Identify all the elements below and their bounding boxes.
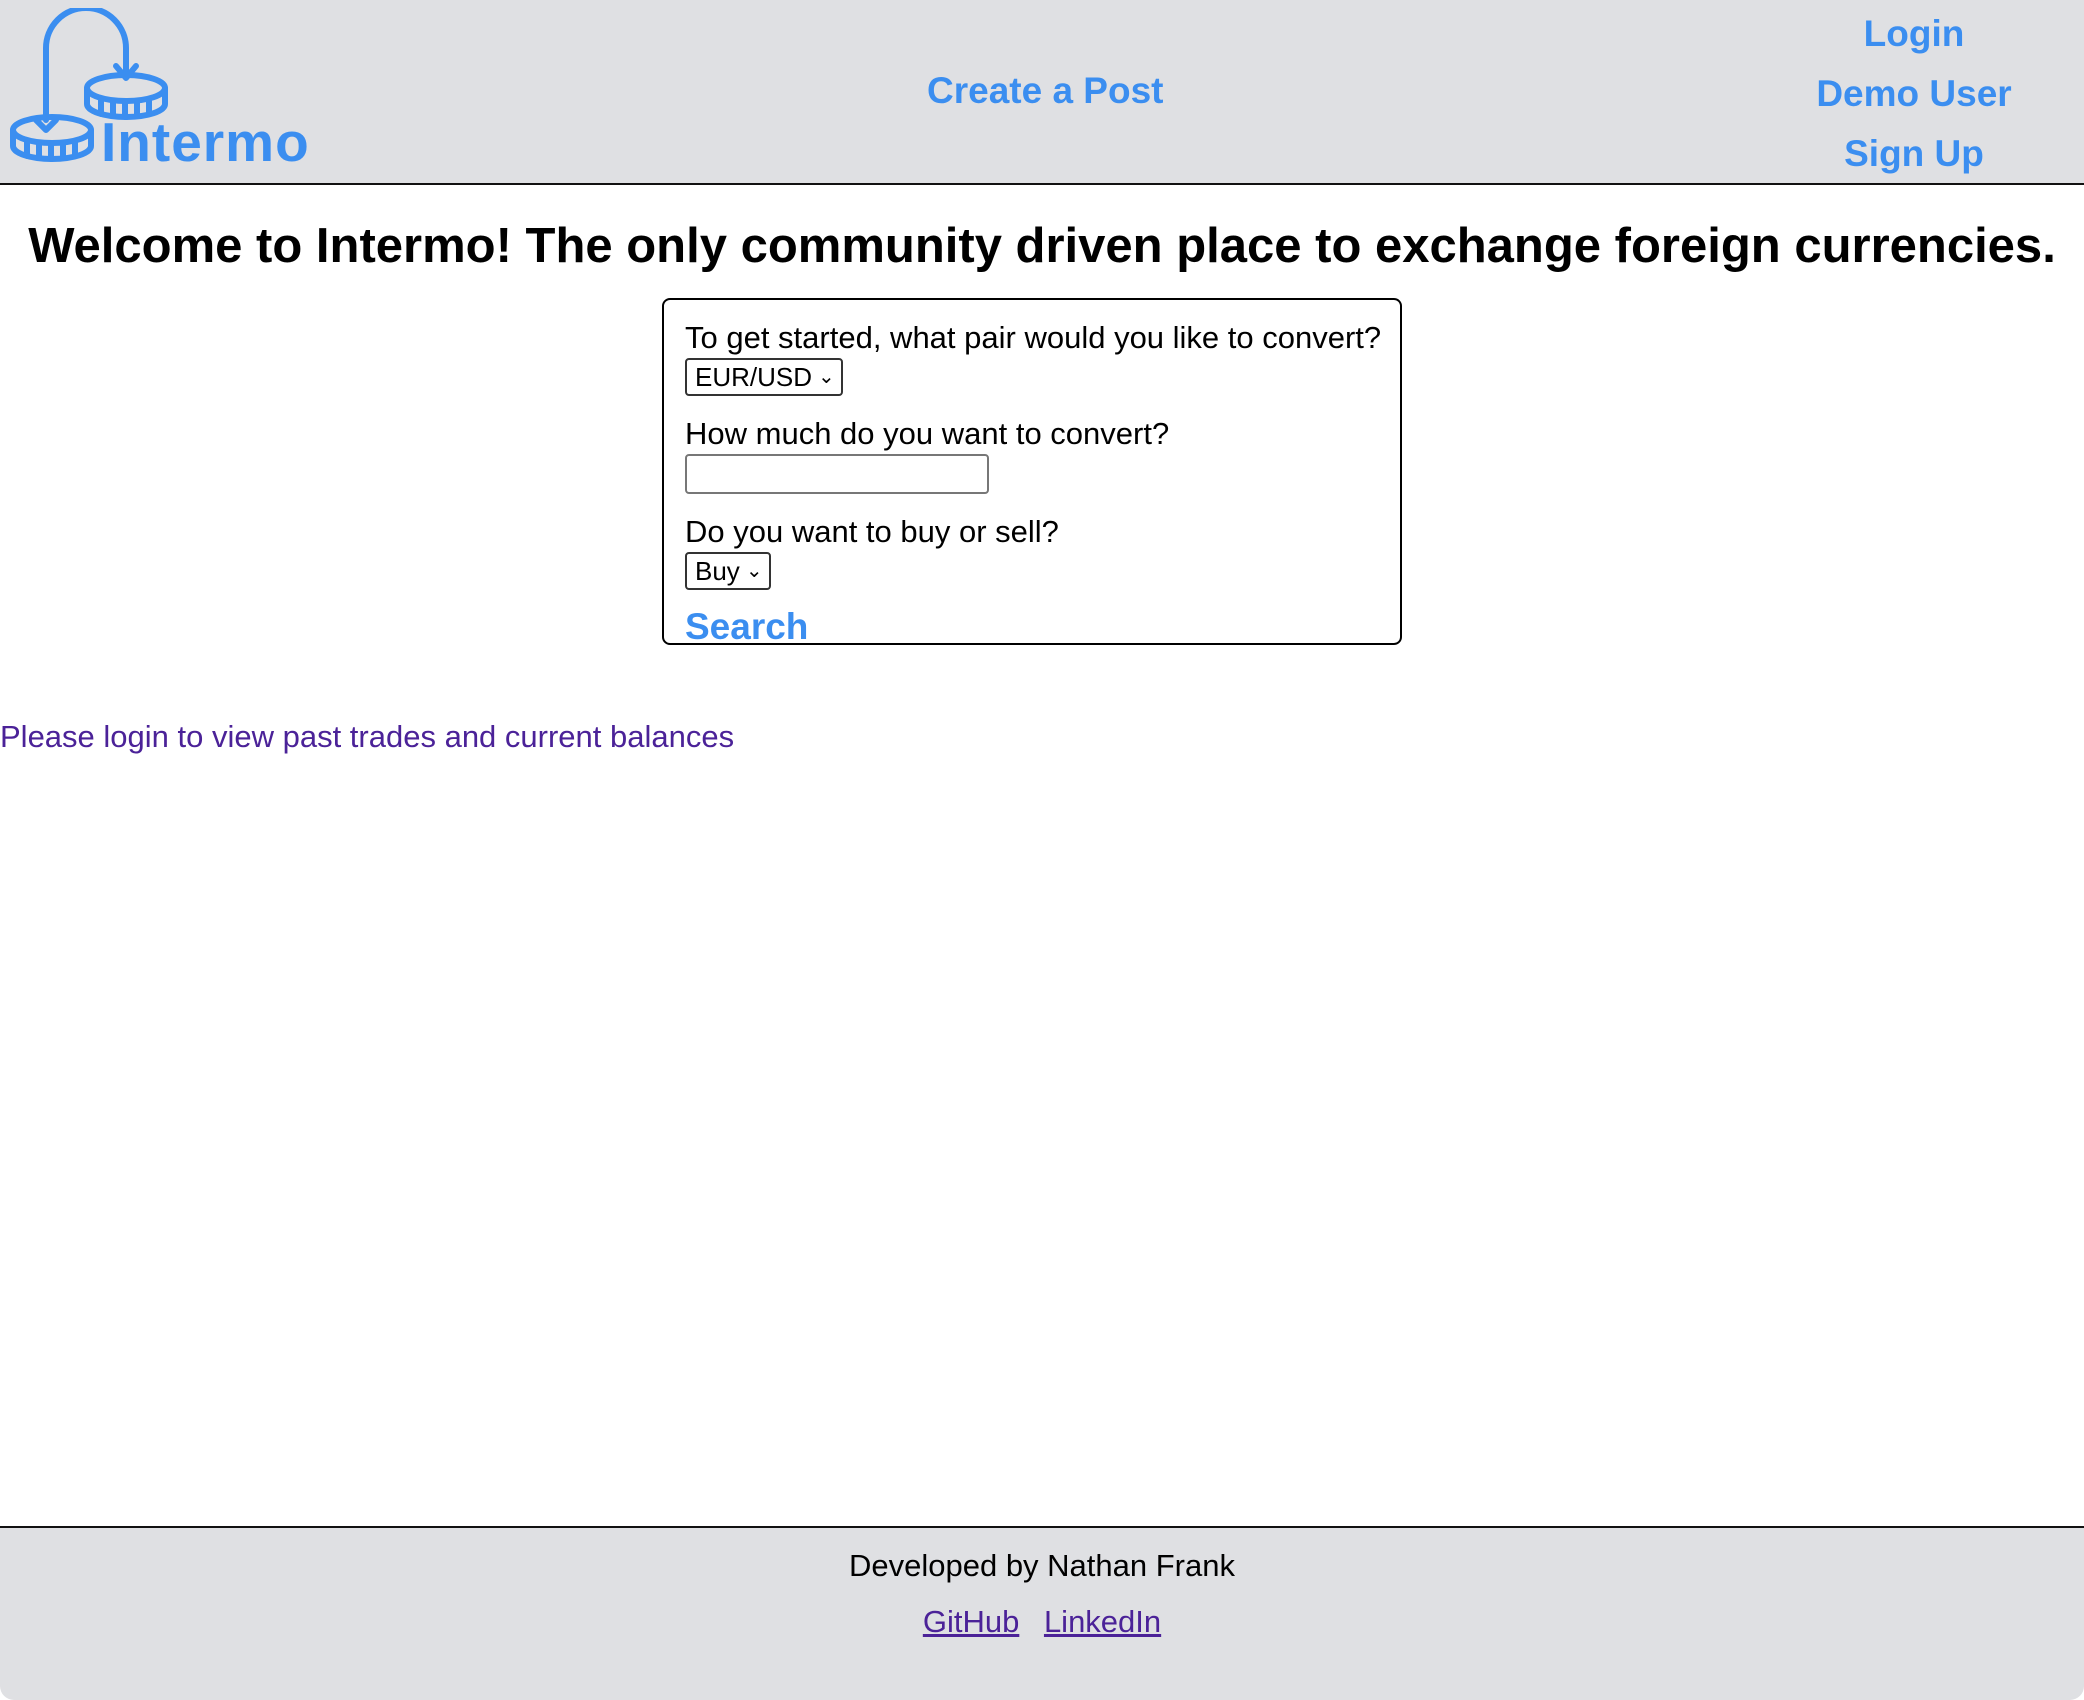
intermo-logo[interactable]: Intermo [6, 8, 316, 173]
developer-credit: Developed by Nathan Frank [848, 1548, 1235, 1583]
footer: Developed by Nathan Frank GitHub LinkedI… [0, 1526, 2084, 1700]
pair-select[interactable]: EUR/USD ⌄ [685, 358, 843, 396]
currency-search-form: To get started, what pair would you like… [662, 298, 1402, 648]
linkedin-link[interactable]: LinkedIn [1044, 1604, 1161, 1639]
create-post-link[interactable]: Create a Post [927, 70, 1164, 112]
welcome-heading: Welcome to Intermo! The only community d… [28, 219, 2056, 273]
chevron-down-icon: ⌄ [818, 366, 835, 388]
amount-input[interactable] [685, 454, 989, 494]
login-prompt-link[interactable]: Please login to view past trades and cur… [0, 719, 734, 755]
github-link[interactable]: GitHub [923, 1604, 1019, 1639]
demo-user-link[interactable]: Demo User [1784, 70, 2044, 130]
pair-label: To get started, what pair would you like… [685, 320, 1382, 355]
footer-links: GitHub LinkedIn [0, 1604, 2084, 1640]
search-button[interactable]: Search [685, 606, 808, 648]
auth-nav: Login Demo User Sign Up [1784, 10, 2044, 190]
side-label: Do you want to buy or sell? [685, 514, 1059, 549]
pair-select-value: EUR/USD [695, 362, 813, 392]
logo-wordmark: Intermo [101, 111, 310, 173]
side-select[interactable]: Buy ⌄ [685, 552, 771, 590]
sign-up-link[interactable]: Sign Up [1784, 130, 2044, 190]
login-link[interactable]: Login [1784, 10, 2044, 70]
chevron-down-icon: ⌄ [745, 560, 763, 582]
side-select-value: Buy [695, 556, 740, 586]
top-nav-bar: Intermo Create a Post Login Demo User Si… [0, 0, 2084, 185]
amount-label: How much do you want to convert? [685, 416, 1170, 451]
